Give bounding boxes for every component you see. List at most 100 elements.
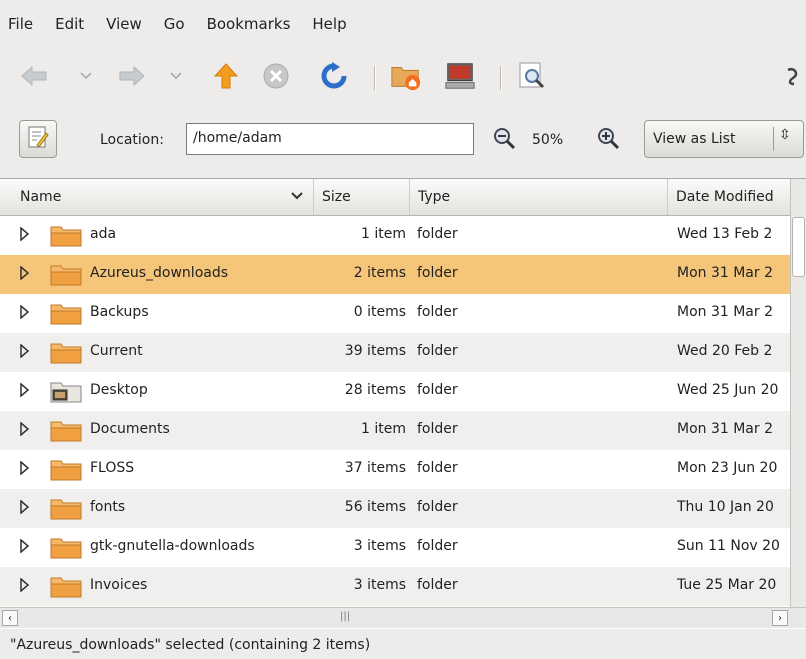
rows-container: ada 1 item folder Wed 13 Feb 2 Azureus_d… (0, 216, 790, 606)
expander-icon[interactable] (20, 226, 30, 245)
location-label: Location: (100, 132, 164, 148)
table-row[interactable]: FLOSS 37 items folder Mon 23 Jun 20 (0, 450, 790, 489)
file-size: 1 item (361, 226, 406, 242)
file-type: folder (417, 382, 458, 398)
toolbar-separator (500, 66, 502, 90)
toolbar (0, 52, 806, 102)
horizontal-scrollbar[interactable]: ‹ ||| › (0, 607, 806, 628)
up-icon[interactable] (210, 60, 242, 92)
file-type: folder (417, 304, 458, 320)
table-row[interactable]: Backups 0 items folder Mon 31 Mar 2 (0, 294, 790, 333)
file-name: ada (90, 226, 117, 242)
file-size: 0 items (353, 304, 406, 320)
table-row[interactable]: fonts 56 items folder Thu 10 Jan 20 (0, 489, 790, 528)
table-row-selected[interactable]: Azureus_downloads 2 items folder Mon 31 … (0, 255, 790, 294)
toolbar-separator (374, 66, 376, 90)
expander-icon[interactable] (20, 460, 30, 479)
zoom-level[interactable]: 50% (532, 132, 563, 148)
table-row[interactable]: Invoices 3 items folder Tue 25 Mar 20 (0, 567, 790, 606)
menu-go[interactable]: Go (164, 15, 185, 33)
home-icon[interactable] (390, 60, 422, 92)
expander-icon[interactable] (20, 538, 30, 557)
folder-icon (50, 342, 82, 368)
file-size: 3 items (353, 538, 406, 554)
desktop-folder-icon (50, 381, 82, 407)
folder-icon (50, 537, 82, 563)
menu-view[interactable]: View (106, 15, 142, 33)
menu-file[interactable]: File (8, 15, 33, 33)
location-bar: Location: /home/adam 50% View as List ⇳ (0, 110, 806, 170)
zoom-in-icon[interactable] (596, 126, 622, 156)
folder-icon (50, 498, 82, 524)
expander-icon[interactable] (20, 577, 30, 596)
file-name: Backups (90, 304, 149, 320)
scroll-right-icon[interactable]: › (772, 610, 788, 626)
table-row[interactable]: gtk-gnutella-downloads 3 items folder Su… (0, 528, 790, 567)
file-name: Invoices (90, 577, 148, 593)
location-input[interactable]: /home/adam (186, 123, 474, 155)
file-name: Desktop (90, 382, 148, 398)
file-date: Mon 31 Mar 2 (677, 421, 774, 437)
toggle-location-button[interactable] (19, 120, 57, 158)
folder-icon (50, 264, 82, 290)
file-type: folder (417, 421, 458, 437)
forward-history-icon[interactable] (166, 60, 186, 92)
folder-icon (50, 459, 82, 485)
file-type: folder (417, 460, 458, 476)
file-size: 28 items (344, 382, 406, 398)
menu-help[interactable]: Help (312, 15, 346, 33)
column-size[interactable]: Size (314, 179, 410, 215)
vertical-scrollbar[interactable] (790, 179, 806, 607)
file-size: 56 items (344, 499, 406, 515)
file-name: Current (90, 343, 143, 359)
file-date: Wed 25 Jun 20 (677, 382, 779, 398)
stop-icon[interactable] (260, 60, 292, 92)
file-date: Mon 23 Jun 20 (677, 460, 778, 476)
scroll-grip-icon[interactable]: ||| (340, 611, 350, 622)
file-name: Documents (90, 421, 170, 437)
file-name: gtk-gnutella-downloads (90, 538, 255, 554)
file-type: folder (417, 226, 458, 242)
table-row[interactable]: Desktop 28 items folder Wed 25 Jun 20 (0, 372, 790, 411)
edit-icon (27, 125, 49, 153)
expander-icon[interactable] (20, 343, 30, 362)
table-row[interactable]: Current 39 items folder Wed 20 Feb 2 (0, 333, 790, 372)
expander-icon[interactable] (20, 265, 30, 284)
file-size: 2 items (353, 265, 406, 281)
menu-edit[interactable]: Edit (55, 15, 84, 33)
search-icon[interactable] (516, 60, 548, 92)
expander-icon[interactable] (20, 421, 30, 440)
expander-icon[interactable] (20, 382, 30, 401)
table-row[interactable]: Documents 1 item folder Mon 31 Mar 2 (0, 411, 790, 450)
file-type: folder (417, 538, 458, 554)
file-date: Tue 25 Mar 20 (677, 577, 777, 593)
zoom-out-icon[interactable] (492, 126, 518, 156)
column-type[interactable]: Type (410, 179, 668, 215)
file-date: Mon 31 Mar 2 (677, 304, 774, 320)
combo-divider (773, 127, 774, 151)
column-name[interactable]: Name (0, 179, 314, 215)
menu-bookmarks[interactable]: Bookmarks (207, 15, 291, 33)
file-size: 37 items (344, 460, 406, 476)
throbber-icon (780, 60, 804, 92)
updown-arrow-icon: ⇳ (779, 127, 791, 143)
folder-icon (50, 225, 82, 251)
table-row[interactable]: ada 1 item folder Wed 13 Feb 2 (0, 216, 790, 255)
scroll-left-icon[interactable]: ‹ (2, 610, 18, 626)
sort-chevron-icon (290, 179, 304, 215)
view-mode-select[interactable]: View as List ⇳ (644, 120, 804, 158)
reload-icon[interactable] (318, 60, 350, 92)
file-date: Wed 20 Feb 2 (677, 343, 773, 359)
expander-icon[interactable] (20, 304, 30, 323)
back-history-icon[interactable] (76, 60, 96, 92)
file-name: Azureus_downloads (90, 265, 229, 281)
file-date: Thu 10 Jan 20 (677, 499, 774, 515)
forward-icon[interactable] (116, 60, 148, 92)
file-type: folder (417, 265, 458, 281)
vertical-scroll-thumb[interactable] (792, 217, 805, 277)
computer-icon[interactable] (444, 60, 476, 92)
list-header: Name Size Type Date Modified (0, 179, 806, 216)
expander-icon[interactable] (20, 499, 30, 518)
column-date[interactable]: Date Modified (668, 179, 790, 215)
back-icon[interactable] (18, 60, 50, 92)
